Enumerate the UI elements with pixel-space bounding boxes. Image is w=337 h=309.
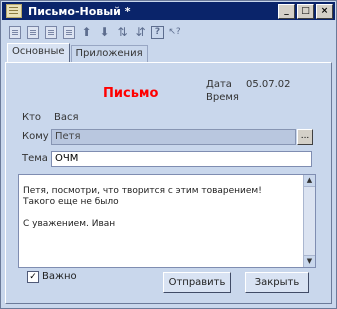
form-heading: Письмо	[103, 86, 159, 101]
message-text: Петя, посмотри, что творится с этим това…	[23, 186, 293, 230]
send-button[interactable]: Отправить	[163, 272, 231, 293]
window-title: Письмо-Новый *	[28, 4, 131, 18]
from-label: Кто	[22, 112, 42, 123]
message-line	[23, 208, 293, 219]
date-label: Дата	[206, 79, 232, 90]
vertical-scrollbar[interactable]: ▲ ▼	[303, 175, 315, 267]
new-document-icon[interactable]	[7, 25, 22, 40]
minimize-button[interactable]: _	[278, 4, 295, 19]
close-form-button[interactable]: Закрыть	[245, 272, 309, 293]
message-line: Петя, посмотри, что творится с этим това…	[23, 186, 262, 196]
subject-field[interactable]: ОЧМ	[51, 151, 312, 167]
tab-bar: Основные Приложения	[7, 43, 149, 63]
document-icon	[6, 4, 22, 18]
from-value: Вася	[54, 112, 79, 123]
title-bar[interactable]: Письмо-Новый * _ □ ×	[2, 2, 335, 20]
subject-label: Тема	[22, 153, 48, 164]
help-icon[interactable]: ?	[151, 25, 164, 39]
context-help-icon[interactable]: ↖?	[167, 25, 182, 40]
main-panel: Письмо Дата 05.07.02 Время Кто Вася Кому…	[5, 62, 332, 304]
maximize-button[interactable]: □	[297, 4, 314, 19]
tab-attachments[interactable]: Приложения	[70, 45, 148, 62]
tab-main[interactable]: Основные	[7, 43, 70, 62]
arrow-up-icon[interactable]: ⬆	[79, 25, 94, 40]
to-field[interactable]: Петя	[51, 129, 296, 145]
scroll-up-icon[interactable]: ▲	[304, 175, 315, 187]
delete-document-icon[interactable]	[61, 25, 76, 40]
copy-document-icon[interactable]	[43, 25, 58, 40]
important-label: Важно	[42, 271, 77, 282]
to-label: Кому	[22, 131, 49, 142]
to-lookup-button[interactable]: ...	[297, 129, 313, 145]
arrow-down-icon[interactable]: ⬇	[97, 25, 112, 40]
message-window: Письмо-Новый * _ □ × ⬆ ⬇ ⇅ ⇵ ? ↖? Основн…	[0, 0, 337, 309]
date-value: 05.07.02	[246, 79, 291, 90]
sort-asc-icon[interactable]: ⇅	[115, 25, 130, 40]
message-body[interactable]: Петя, посмотри, что творится с этим това…	[18, 174, 316, 268]
important-checkbox[interactable]: ✓	[27, 271, 39, 283]
toolbar: ⬆ ⬇ ⇅ ⇵ ? ↖?	[7, 23, 182, 41]
window-controls: _ □ ×	[278, 4, 333, 19]
message-line: С уважением. Иван	[23, 219, 116, 229]
sort-desc-icon[interactable]: ⇵	[133, 25, 148, 40]
scroll-down-icon[interactable]: ▼	[304, 255, 315, 267]
close-button[interactable]: ×	[316, 4, 333, 19]
message-line: Такого еще не было	[23, 197, 119, 207]
time-label: Время	[206, 92, 239, 103]
edit-document-icon[interactable]	[25, 25, 40, 40]
